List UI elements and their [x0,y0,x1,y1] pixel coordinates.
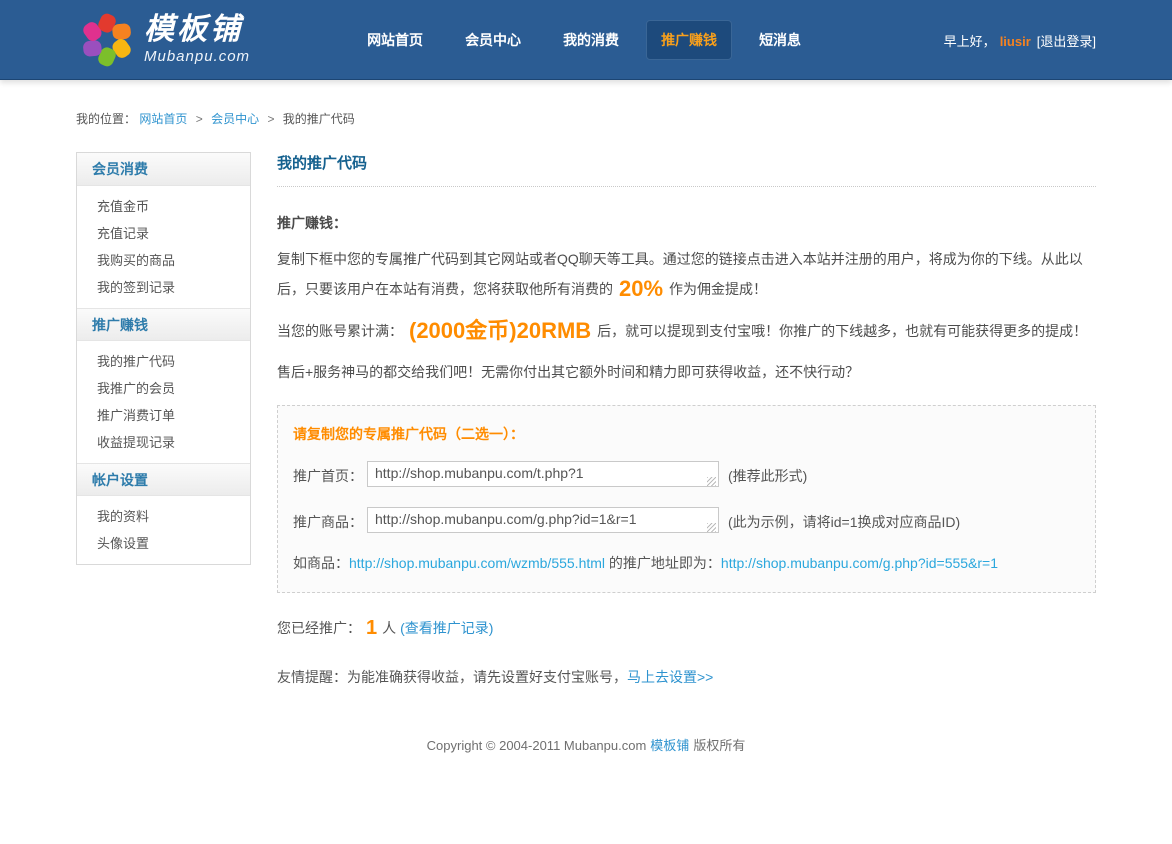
alipay-reminder-line: 友情提醒：为能准确获得收益，请先设置好支付宝账号，马上去设置>> [277,667,1096,687]
sidebar-item-avatar-settings[interactable]: 头像设置 [77,530,250,557]
sidebar-item-my-promo-code[interactable]: 我的推广代码 [77,348,250,375]
promo-homepage-note: (推荐此形式) [728,466,807,486]
stats-prefix: 您已经推广： [277,620,361,636]
promo-intro-paragraph: 复制下框中您的专属推广代码到其它网站或者QQ聊天等工具。通过您的链接点击进入本站… [277,245,1096,304]
copyright-text: Copyright © 2004-2011 Mubanpu.com [427,738,647,753]
withdraw-threshold-highlight: (2000金币)20RMB [409,318,591,343]
logo-title: 模板铺 [144,15,250,45]
nav-item-messages[interactable]: 短消息 [744,20,816,60]
user-area: 早上好， liusir [退出登录] [944,31,1096,50]
breadcrumb-link-home[interactable]: 网站首页 [139,112,187,126]
para2-text: 当您的账号累计满： [277,323,403,339]
service-paragraph: 售后+服务神马的都交给我们吧！无需你付出其它额外时间和精力即可获得收益，还不快行… [277,358,1096,387]
sidebar-item-recharge-coins[interactable]: 充值金币 [77,193,250,220]
promoted-count: 1 [366,617,377,639]
para1-text-after: 作为佣金提成！ [669,281,767,297]
greeting-text: 早上好， [944,34,996,49]
page: 模板铺 Mubanpu.com 网站首页 会员中心 我的消费 推广赚钱 短消息 … [0,0,1172,844]
breadcrumb-link-member-center[interactable]: 会员中心 [211,112,259,126]
page-title: 我的推广代码 [277,152,1096,187]
logout-link[interactable]: [退出登录] [1037,34,1096,49]
para2-text-after: 后，就可以提现到支付宝哦！你推广的下线越多，也就有可能获得更多的提成！ [597,323,1087,339]
promo-homepage-label: 推广首页： [293,466,363,486]
promo-example-line: 如商品：http://shop.mubanpu.com/wzmb/555.htm… [293,551,1080,576]
example-prefix: 如商品： [293,555,349,571]
header: 模板铺 Mubanpu.com 网站首页 会员中心 我的消费 推广赚钱 短消息 … [0,0,1172,80]
promo-homepage-code-input[interactable]: http://shop.mubanpu.com/t.php?1 [367,461,719,487]
sidebar-item-checkin-history[interactable]: 我的签到记录 [77,274,250,301]
nav-item-my-purchases[interactable]: 我的消费 [548,20,634,60]
sidebar-section-account-settings: 帐户设置 我的资料 头像设置 [77,463,250,564]
promo-product-note: (此为示例，请将id=1换成对应商品ID) [728,512,960,532]
breadcrumb-separator: > [267,112,274,126]
footer: Copyright © 2004-2011 Mubanpu.com模板铺版权所有 [76,735,1096,844]
logo[interactable]: 模板铺 Mubanpu.com [76,9,250,71]
example-product-link[interactable]: http://shop.mubanpu.com/wzmb/555.html [349,555,605,571]
sidebar-item-promo-orders[interactable]: 推广消费订单 [77,402,250,429]
sidebar: 会员消费 充值金币 充值记录 我购买的商品 我的签到记录 推广赚钱 我的推广代码… [76,152,251,565]
breadcrumb: 我的位置： 网站首页 > 会员中心 > 我的推广代码 [76,110,1096,127]
view-promo-records-link[interactable]: (查看推广记录) [400,620,493,636]
promo-product-code-input[interactable]: http://shop.mubanpu.com/g.php?id=1&r=1 [367,507,719,533]
sidebar-section-title-member-consume[interactable]: 会员消费 [77,153,250,186]
stats-unit: 人 [382,620,396,636]
breadcrumb-prefix: 我的位置： [76,112,136,126]
setup-alipay-link[interactable]: 马上去设置>> [627,669,713,685]
nav-item-member-center[interactable]: 会员中心 [450,20,536,60]
promo-code-box: 请复制您的专属推广代码（二选一）： 推广首页： http://shop.muba… [277,405,1096,593]
promotion-stats-line: 您已经推广： 1人(查看推广记录) [277,617,1096,640]
promo-box-title: 请复制您的专属推广代码（二选一）： [293,424,1080,444]
copyright-suffix: 版权所有 [693,738,745,753]
sidebar-section-title-promote-earn[interactable]: 推广赚钱 [77,308,250,341]
intro-label: 推广赚钱： [277,213,1096,233]
sidebar-item-my-profile[interactable]: 我的资料 [77,503,250,530]
logo-subtitle: Mubanpu.com [144,48,250,65]
sidebar-item-withdraw-history[interactable]: 收益提现记录 [77,429,250,456]
promo-product-label: 推广商品： [293,512,363,532]
nav-item-home[interactable]: 网站首页 [352,20,438,60]
sidebar-section-member-consume: 会员消费 充值金币 充值记录 我购买的商品 我的签到记录 [77,153,250,308]
example-promo-link[interactable]: http://shop.mubanpu.com/g.php?id=555&r=1 [721,555,998,571]
main-content: 我的推广代码 推广赚钱： 复制下框中您的专属推广代码到其它网站或者QQ聊天等工具… [277,152,1096,687]
username-link[interactable]: liusir [1000,34,1031,49]
promo-product-row: 推广商品： http://shop.mubanpu.com/g.php?id=1… [293,507,1080,536]
breadcrumb-separator: > [196,112,203,126]
commission-rate-highlight: 20% [619,276,663,301]
withdraw-threshold-paragraph: 当您的账号累计满： (2000金币)20RMB 后，就可以提现到支付宝哦！你推广的下… [277,316,1096,346]
breadcrumb-current: 我的推广代码 [283,112,355,126]
reminder-text: 友情提醒：为能准确获得收益，请先设置好支付宝账号， [277,669,627,685]
main-nav: 网站首页 会员中心 我的消费 推广赚钱 短消息 [352,20,828,60]
sidebar-item-purchased-goods[interactable]: 我购买的商品 [77,247,250,274]
sidebar-section-promote-earn: 推广赚钱 我的推广代码 我推广的会员 推广消费订单 收益提现记录 [77,308,250,463]
footer-brand-link[interactable]: 模板铺 [650,738,689,753]
example-middle: 的推广地址即为： [605,555,721,571]
logo-pinwheel-icon [76,9,138,71]
promo-homepage-row: 推广首页： http://shop.mubanpu.com/t.php?1 (推… [293,461,1080,490]
nav-item-promote-earn[interactable]: 推广赚钱 [646,20,732,60]
sidebar-item-recharge-history[interactable]: 充值记录 [77,220,250,247]
sidebar-item-promoted-members[interactable]: 我推广的会员 [77,375,250,402]
sidebar-section-title-account-settings[interactable]: 帐户设置 [77,463,250,496]
